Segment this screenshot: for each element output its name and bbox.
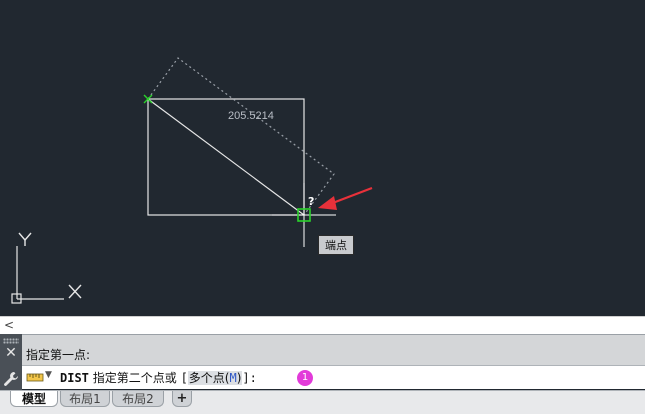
option-close: ) bbox=[236, 371, 242, 385]
close-icon[interactable]: ✕ bbox=[3, 345, 19, 361]
aligned-dimension bbox=[147, 57, 335, 216]
command-input[interactable]: ▼ DIST 指定第二个点或 [多个点(M)]: 1 bbox=[22, 365, 645, 389]
tab-model[interactable]: 模型 bbox=[10, 391, 58, 407]
chevron-left-icon[interactable]: < bbox=[4, 318, 14, 332]
command-name: DIST bbox=[60, 371, 89, 385]
snap-tooltip: 端点 bbox=[318, 235, 354, 255]
annotation-arrow-icon bbox=[318, 186, 373, 210]
tab-layout2[interactable]: 布局2 bbox=[112, 391, 164, 407]
option-multiple-points[interactable]: 多个点(M) bbox=[187, 371, 243, 385]
add-layout-button[interactable]: + bbox=[172, 391, 192, 407]
option-key: M bbox=[229, 371, 237, 385]
option-label: 多个点( bbox=[188, 371, 230, 385]
cursor-question-hint: ? bbox=[308, 195, 315, 208]
ucs-icon bbox=[11, 246, 64, 304]
command-history bbox=[0, 334, 645, 365]
prompt-text: 指定第二个点或 bbox=[92, 371, 181, 385]
bracket-open: [ bbox=[180, 371, 188, 385]
grip-handle-icon[interactable] bbox=[3, 338, 19, 344]
command-sidebar: ✕ bbox=[0, 334, 22, 390]
ucs-x-mark-icon bbox=[68, 284, 82, 299]
wrench-icon[interactable] bbox=[3, 371, 19, 387]
drawing-canvas[interactable] bbox=[0, 0, 645, 316]
tab-layout1[interactable]: 布局1 bbox=[60, 391, 110, 407]
ucs-y-mark-icon bbox=[18, 232, 32, 246]
command-prompt: DIST 指定第二个点或 [多个点(M)]: bbox=[60, 369, 257, 386]
command-panel-header: < bbox=[0, 316, 645, 335]
diagonal-line[interactable] bbox=[147, 98, 305, 216]
dimension-value: 205.5214 bbox=[228, 110, 274, 122]
layout-tab-bar: 模型 布局1 布局2 + bbox=[0, 390, 645, 414]
bracket-close: ]: bbox=[242, 371, 257, 385]
step-badge: 1 bbox=[297, 370, 313, 386]
chevron-down-icon[interactable]: ▼ bbox=[45, 370, 52, 380]
history-line: 指定第一点: bbox=[26, 348, 91, 362]
